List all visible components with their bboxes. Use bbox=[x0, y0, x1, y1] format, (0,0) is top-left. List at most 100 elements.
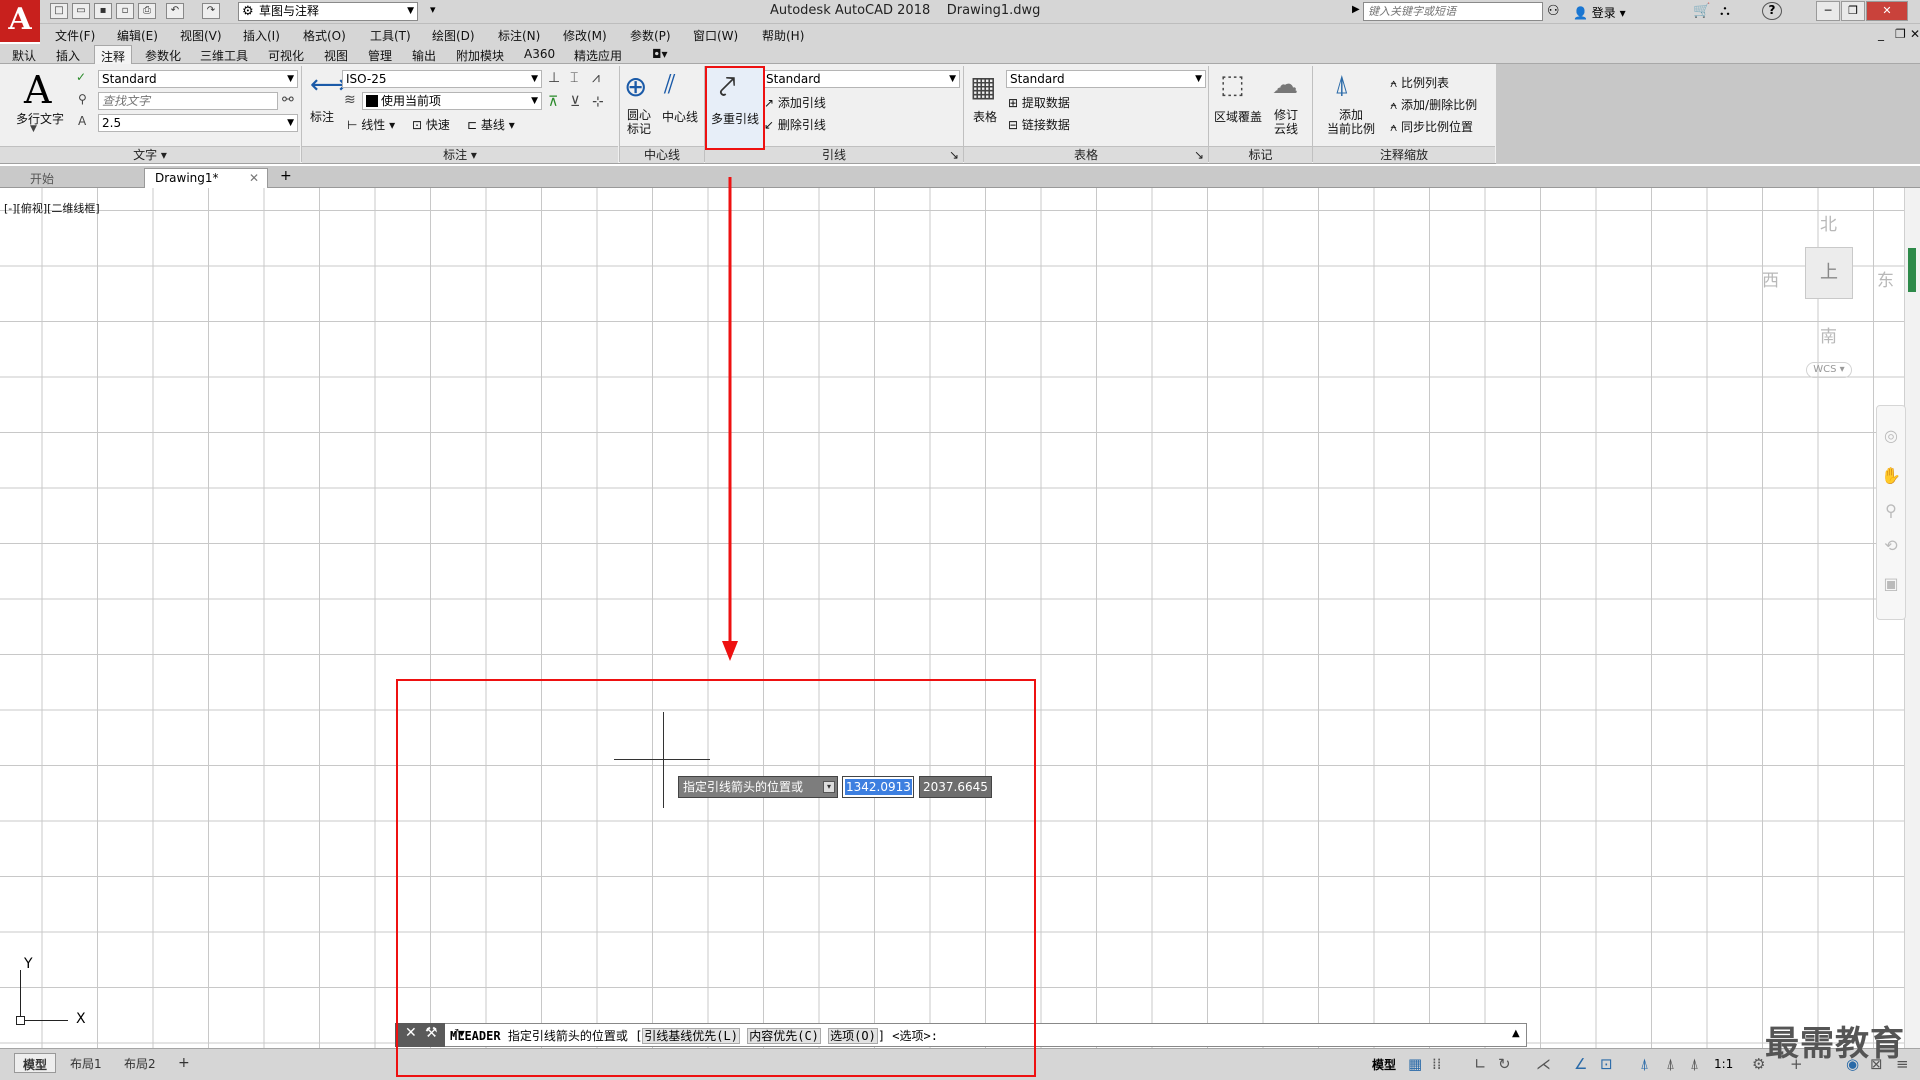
tab-default[interactable]: 默认 bbox=[12, 47, 36, 64]
layout-tab-layout2[interactable]: 布局2 bbox=[116, 1053, 164, 1073]
binoculars-icon[interactable]: ⚇ bbox=[1547, 3, 1560, 19]
close-tab-icon[interactable]: ✕ bbox=[249, 171, 259, 185]
minimize-button[interactable]: ─ bbox=[1816, 1, 1840, 21]
menu-help[interactable]: 帮助(H) bbox=[762, 27, 804, 44]
plot-icon[interactable]: ⎙ bbox=[138, 3, 156, 19]
cmd-option-options[interactable]: 选项(O) bbox=[828, 1028, 878, 1044]
ribbon-minimize-icon[interactable]: ◘▾ bbox=[652, 47, 668, 61]
open-file-icon[interactable]: ▭ bbox=[72, 3, 90, 19]
dynamic-input-x[interactable]: 1342.0913 bbox=[842, 776, 914, 798]
menu-format[interactable]: 格式(O) bbox=[303, 27, 346, 44]
dim-update-icon[interactable]: ⊻ bbox=[570, 94, 580, 110]
redo-icon[interactable]: ↷ bbox=[202, 3, 220, 19]
extract-data-button[interactable]: ⊞ 提取数据 bbox=[1008, 94, 1070, 111]
scale-list-button[interactable]: ⍲ 比例列表 bbox=[1390, 74, 1449, 91]
menu-dimension[interactable]: 标注(N) bbox=[498, 27, 540, 44]
dimension-button[interactable]: 标注 bbox=[306, 108, 338, 125]
steering-wheel-icon[interactable]: ◎ bbox=[1877, 426, 1905, 445]
showmotion-icon[interactable]: ▣ bbox=[1877, 574, 1905, 593]
add-scale-icon[interactable]: ⍋ bbox=[1334, 70, 1350, 101]
mtext-button[interactable]: 多行文字 bbox=[10, 110, 70, 127]
remove-leader-button[interactable]: ↙ 删除引线 bbox=[764, 116, 826, 133]
dim-oblique-icon[interactable]: ⊹ bbox=[592, 94, 604, 110]
layout-tab-model[interactable]: 模型 bbox=[14, 1053, 57, 1073]
save-as-icon[interactable]: ▫ bbox=[116, 3, 134, 19]
tab-featured-apps[interactable]: 精选应用 bbox=[574, 47, 622, 64]
panel-title-dimension[interactable]: 标注 ▾ bbox=[302, 146, 618, 163]
qat-customize-icon[interactable]: ▾ bbox=[430, 3, 436, 16]
dim-jog-icon[interactable]: ⩘ bbox=[592, 70, 600, 86]
cmd-option-content-first[interactable]: 内容优先(C) bbox=[747, 1028, 821, 1044]
menu-tools[interactable]: 工具(T) bbox=[370, 27, 411, 44]
doc-restore-icon[interactable]: ❐ bbox=[1895, 27, 1906, 41]
revcloud-button[interactable]: 修订 云线 bbox=[1268, 108, 1304, 136]
grid-toggle-icon[interactable]: ▦ bbox=[1408, 1055, 1422, 1073]
panel-title-text[interactable]: 文字 ▾ bbox=[0, 146, 300, 163]
menu-modify[interactable]: 修改(M) bbox=[563, 27, 607, 44]
dim-baseline-button[interactable]: ⊏ 基线 ▾ bbox=[467, 116, 515, 133]
auto-scale-icon[interactable]: ⍋ bbox=[1666, 1055, 1675, 1073]
customize-wrench-icon[interactable]: ⚒ bbox=[425, 1025, 438, 1041]
centerline-button[interactable]: 中心线 bbox=[658, 108, 702, 125]
pan-icon[interactable]: ✋ bbox=[1877, 466, 1905, 485]
revcloud-icon[interactable]: ☁ bbox=[1272, 70, 1298, 100]
menu-draw[interactable]: 绘图(D) bbox=[432, 27, 475, 44]
annotation-scale-icon[interactable]: ⍋ bbox=[1690, 1055, 1699, 1073]
annotation-visibility-icon[interactable]: ⍋ bbox=[1640, 1055, 1649, 1073]
drawing-canvas[interactable]: [-][俯视][二维线框] bbox=[0, 188, 1904, 1048]
find-replace-icon[interactable]: ⚯ bbox=[282, 92, 294, 108]
sync-scale-button[interactable]: ⍲ 同步比例位置 bbox=[1390, 118, 1473, 135]
close-icon[interactable]: ✕ bbox=[405, 1025, 417, 1041]
dim-break-icon[interactable]: ⊥ bbox=[548, 70, 560, 86]
new-tab-icon[interactable]: + bbox=[274, 168, 298, 188]
layout-tab-layout1[interactable]: 布局1 bbox=[62, 1053, 110, 1073]
undo-icon[interactable]: ↶ bbox=[166, 3, 184, 19]
panel-title-tables[interactable]: 表格 ↘ bbox=[964, 146, 1208, 163]
doc-close-icon[interactable]: ✕ bbox=[1910, 27, 1920, 41]
add-delete-scale-button[interactable]: ⍲ 添加/删除比例 bbox=[1390, 96, 1477, 113]
save-icon[interactable]: ▪ bbox=[94, 3, 112, 19]
transparency-icon[interactable]: ⊡ bbox=[1600, 1055, 1613, 1073]
text-style-dropdown[interactable]: Standard ▼ bbox=[98, 70, 298, 88]
vertical-scrollbar[interactable] bbox=[1904, 188, 1920, 1048]
snap-toggle-icon[interactable]: ⁞⁞ bbox=[1432, 1055, 1442, 1073]
table-button[interactable]: 表格 bbox=[966, 108, 1004, 125]
command-history-icon[interactable]: ▲ bbox=[1512, 1028, 1520, 1039]
orbit-icon[interactable]: ⟲ bbox=[1877, 536, 1905, 555]
dim-layer-dropdown[interactable]: 使用当前项 ▼ bbox=[362, 92, 542, 110]
mtext-icon[interactable]: A bbox=[24, 68, 51, 112]
help-icon[interactable]: ? bbox=[1762, 2, 1782, 20]
tab-view[interactable]: 视图 bbox=[324, 47, 348, 64]
wipeout-icon[interactable]: ⬚ bbox=[1220, 70, 1245, 100]
dim-adjust-icon[interactable]: ⌶ bbox=[570, 70, 578, 86]
ortho-toggle-icon[interactable]: ∟ bbox=[1474, 1055, 1487, 1073]
dim-inspect-icon[interactable]: ⊼ bbox=[548, 94, 558, 110]
link-data-button[interactable]: ⊟ 链接数据 bbox=[1008, 116, 1070, 133]
centerline-icon[interactable]: ⫽ bbox=[664, 70, 676, 101]
lineweight-icon[interactable]: ∠ bbox=[1574, 1055, 1587, 1073]
viewport-controls[interactable]: [-][俯视][二维线框] bbox=[4, 200, 100, 216]
application-menu-button[interactable]: A bbox=[0, 0, 40, 42]
tab-manage[interactable]: 管理 bbox=[368, 47, 392, 64]
menu-edit[interactable]: 编辑(E) bbox=[117, 27, 158, 44]
search-expand-icon[interactable]: ▶ bbox=[1352, 4, 1360, 15]
center-mark-button[interactable]: 圆心 标记 bbox=[622, 108, 656, 136]
viewcube-south[interactable]: 南 bbox=[1820, 322, 1837, 347]
zoom-icon[interactable]: ⚲ bbox=[1877, 501, 1905, 520]
menu-parametric[interactable]: 参数(P) bbox=[630, 27, 671, 44]
tab-addins[interactable]: 附加模块 bbox=[456, 47, 504, 64]
dim-linear-button[interactable]: ⊢ 线性 ▾ bbox=[347, 116, 395, 133]
chevron-down-icon[interactable]: ▼ bbox=[30, 124, 37, 134]
tab-insert[interactable]: 插入 bbox=[56, 47, 80, 64]
add-layout-icon[interactable]: + bbox=[170, 1053, 198, 1073]
find-text-input[interactable] bbox=[98, 92, 278, 110]
tab-annotate[interactable]: 注释 bbox=[94, 45, 133, 65]
tab-3d-tools[interactable]: 三维工具 bbox=[200, 47, 248, 64]
dynamic-input-y[interactable]: 2037.6645 bbox=[919, 776, 992, 798]
cart-icon[interactable]: 🛒 bbox=[1693, 3, 1710, 19]
viewcube-west[interactable]: 西 bbox=[1762, 266, 1779, 291]
table-style-dropdown[interactable]: Standard ▼ bbox=[1006, 70, 1206, 88]
add-leader-button[interactable]: ↗ 添加引线 bbox=[764, 94, 826, 111]
doc-tab-drawing1[interactable]: Drawing1* ✕ bbox=[144, 168, 268, 188]
model-space-toggle[interactable]: 模型 bbox=[1372, 1056, 1396, 1073]
